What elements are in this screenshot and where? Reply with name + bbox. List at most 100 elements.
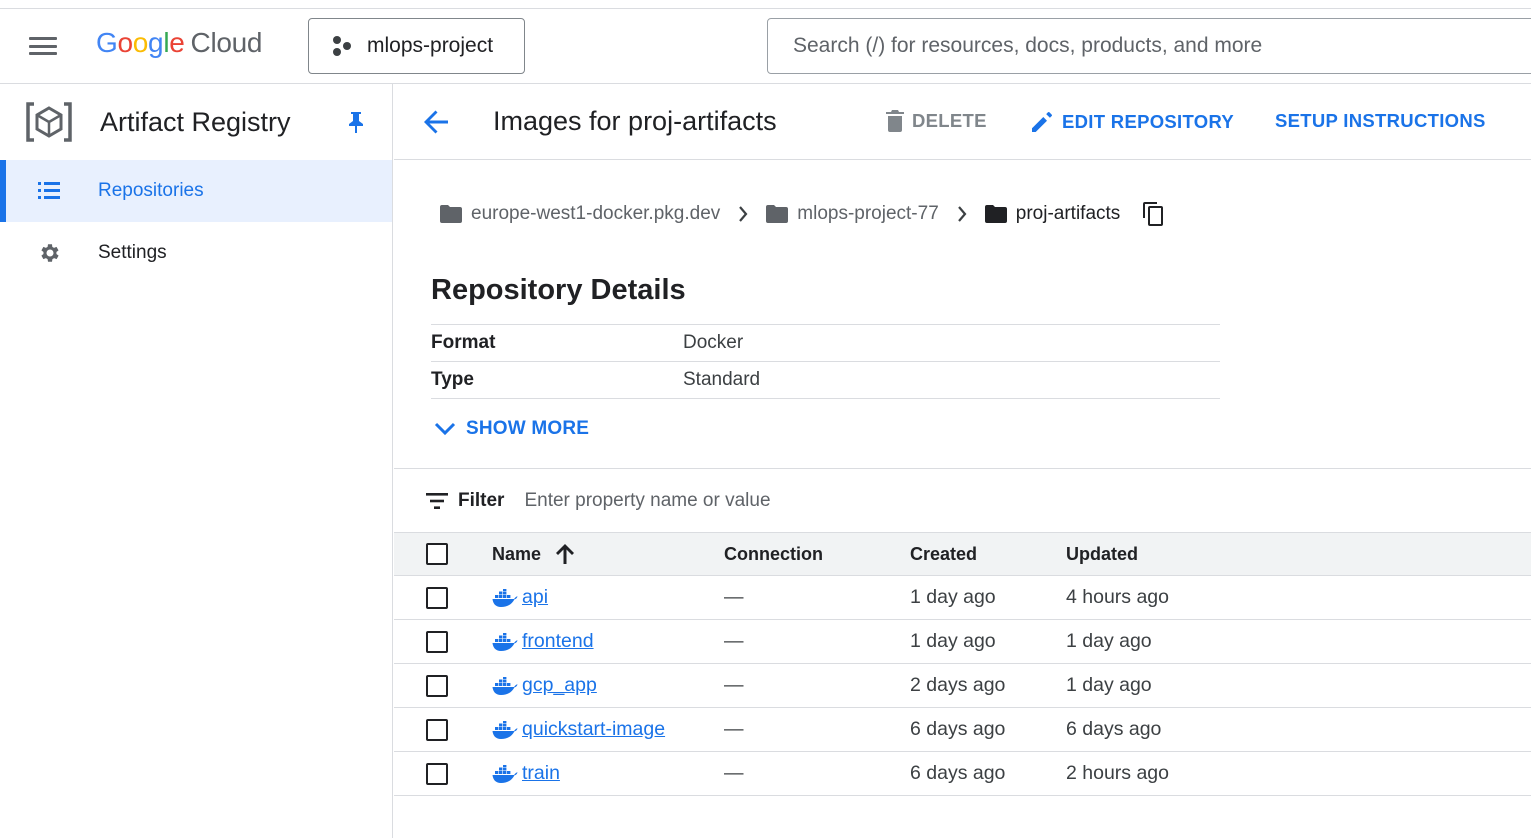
trash-icon <box>886 110 904 132</box>
row-checkbox[interactable] <box>426 718 448 741</box>
sidebar-item-label: Settings <box>98 242 167 263</box>
created-cell: 1 day ago <box>910 630 996 652</box>
delete-label: DELETE <box>912 110 987 131</box>
sidebar-item-label: Repositories <box>98 180 204 201</box>
breadcrumb-label: europe-west1-docker.pkg.dev <box>471 203 721 224</box>
docker-icon <box>492 764 518 783</box>
column-header-updated[interactable]: Updated <box>1066 544 1138 565</box>
column-header-connection[interactable]: Connection <box>724 544 823 565</box>
column-header-name[interactable]: Name <box>492 543 575 565</box>
delete-button[interactable]: DELETE <box>886 110 987 132</box>
filter-input[interactable] <box>524 489 1085 512</box>
logo-letter: G <box>96 27 118 58</box>
connection-cell: — <box>724 762 744 784</box>
repository-details-table: Format Docker Type Standard <box>431 324 1220 399</box>
created-cell: 1 day ago <box>910 586 996 608</box>
table-row: api — 1 day ago 4 hours ago <box>394 576 1531 620</box>
row-checkbox[interactable] <box>426 630 448 653</box>
table-header: Name Connection Created Updated <box>394 532 1531 576</box>
table-row: frontend — 1 day ago 1 day ago <box>394 620 1531 664</box>
setup-label: SETUP INSTRUCTIONS <box>1275 110 1486 131</box>
details-value: Standard <box>683 369 761 390</box>
artifact-registry-icon <box>26 102 72 142</box>
sidebar: Artifact Registry Repositories Settings <box>0 84 393 838</box>
connection-cell: — <box>724 718 744 740</box>
updated-cell: 1 day ago <box>1066 630 1152 652</box>
breadcrumb-item[interactable]: europe-west1-docker.pkg.dev <box>440 203 720 225</box>
row-checkbox[interactable] <box>426 674 448 697</box>
details-key: Format <box>431 332 496 353</box>
image-link[interactable]: api <box>522 586 548 609</box>
docker-icon <box>492 720 518 739</box>
project-hexagon-icon <box>333 36 351 56</box>
logo-letter: e <box>169 27 185 58</box>
edit-label: EDIT REPOSITORY <box>1062 111 1235 132</box>
connection-cell: — <box>724 674 744 696</box>
search-input[interactable] <box>793 34 1493 58</box>
page-title: Images for proj-artifacts <box>493 106 777 136</box>
image-link[interactable]: frontend <box>522 630 594 653</box>
details-row: Type Standard <box>431 362 1220 399</box>
pin-icon[interactable] <box>346 110 366 134</box>
column-header-created[interactable]: Created <box>910 544 977 565</box>
setup-instructions-button[interactable]: SETUP INSTRUCTIONS <box>1275 110 1486 132</box>
logo-letter: g <box>148 27 164 58</box>
folder-icon <box>440 205 462 223</box>
menu-line <box>29 44 57 48</box>
breadcrumb-item[interactable]: mlops-project-77 <box>766 203 939 225</box>
updated-cell: 1 day ago <box>1066 674 1152 696</box>
pencil-icon <box>1032 112 1052 132</box>
table-row: quickstart-image — 6 days ago 6 days ago <box>394 708 1531 752</box>
docker-icon <box>492 588 518 607</box>
image-name-cell: train <box>492 762 560 785</box>
folder-icon <box>766 205 789 223</box>
project-picker-button[interactable]: mlops-project <box>308 18 525 74</box>
details-value: Docker <box>683 332 744 353</box>
image-name-cell: frontend <box>492 630 594 653</box>
table-body: api — 1 day ago 4 hours ago frontend — 1 day a… <box>394 576 1531 796</box>
row-checkbox[interactable] <box>426 762 448 785</box>
docker-icon <box>492 632 518 651</box>
page-header: Images for proj-artifacts DELETE EDIT RE… <box>394 84 1531 160</box>
breadcrumb-label: mlops-project-77 <box>797 203 939 224</box>
filter-label: Filter <box>458 489 505 511</box>
copy-icon[interactable] <box>1143 202 1164 226</box>
breadcrumb: europe-west1-docker.pkg.dev mlops-projec… <box>440 202 1164 226</box>
logo-letter: o <box>117 27 133 58</box>
image-link[interactable]: quickstart-image <box>522 718 665 741</box>
chevron-right-icon <box>957 206 967 222</box>
sidebar-item-settings[interactable]: Settings <box>0 222 392 284</box>
breadcrumb-label: proj-artifacts <box>1015 203 1121 224</box>
created-cell: 6 days ago <box>910 718 1006 740</box>
details-key: Type <box>431 369 474 390</box>
edit-repository-button[interactable]: EDIT REPOSITORY <box>1030 110 1234 134</box>
docker-icon <box>492 676 518 695</box>
show-more-button[interactable]: SHOW MORE <box>434 418 589 440</box>
updated-cell: 2 hours ago <box>1066 762 1169 784</box>
image-link[interactable]: train <box>522 762 560 785</box>
project-name: mlops-project <box>367 34 494 57</box>
image-name-cell: api <box>492 586 548 609</box>
menu-line <box>29 52 57 55</box>
column-label: Name <box>492 543 542 564</box>
list-icon <box>38 182 60 199</box>
images-table: Name Connection Created Updated api — 1 da… <box>394 532 1531 796</box>
search-box[interactable] <box>767 18 1531 74</box>
created-cell: 2 days ago <box>910 674 1006 696</box>
product-header: Artifact Registry <box>0 84 392 160</box>
logo-letter: o <box>132 27 149 58</box>
top-bar: Google Cloud mlops-project <box>0 8 1531 84</box>
folder-icon <box>984 205 1007 223</box>
select-all-checkbox[interactable] <box>426 543 448 565</box>
back-arrow-icon[interactable] <box>422 108 450 136</box>
table-row: gcp_app — 2 days ago 1 day ago <box>394 664 1531 708</box>
chevron-right-icon <box>738 206 748 222</box>
sidebar-item-repositories[interactable]: Repositories <box>0 160 392 222</box>
updated-cell: 6 days ago <box>1066 718 1162 740</box>
row-checkbox[interactable] <box>426 586 448 609</box>
image-link[interactable]: gcp_app <box>522 674 597 697</box>
google-cloud-logo[interactable]: Google Cloud <box>96 27 263 59</box>
connection-cell: — <box>724 586 744 608</box>
filter-icon <box>426 492 448 509</box>
main-menu-button[interactable] <box>26 34 60 58</box>
